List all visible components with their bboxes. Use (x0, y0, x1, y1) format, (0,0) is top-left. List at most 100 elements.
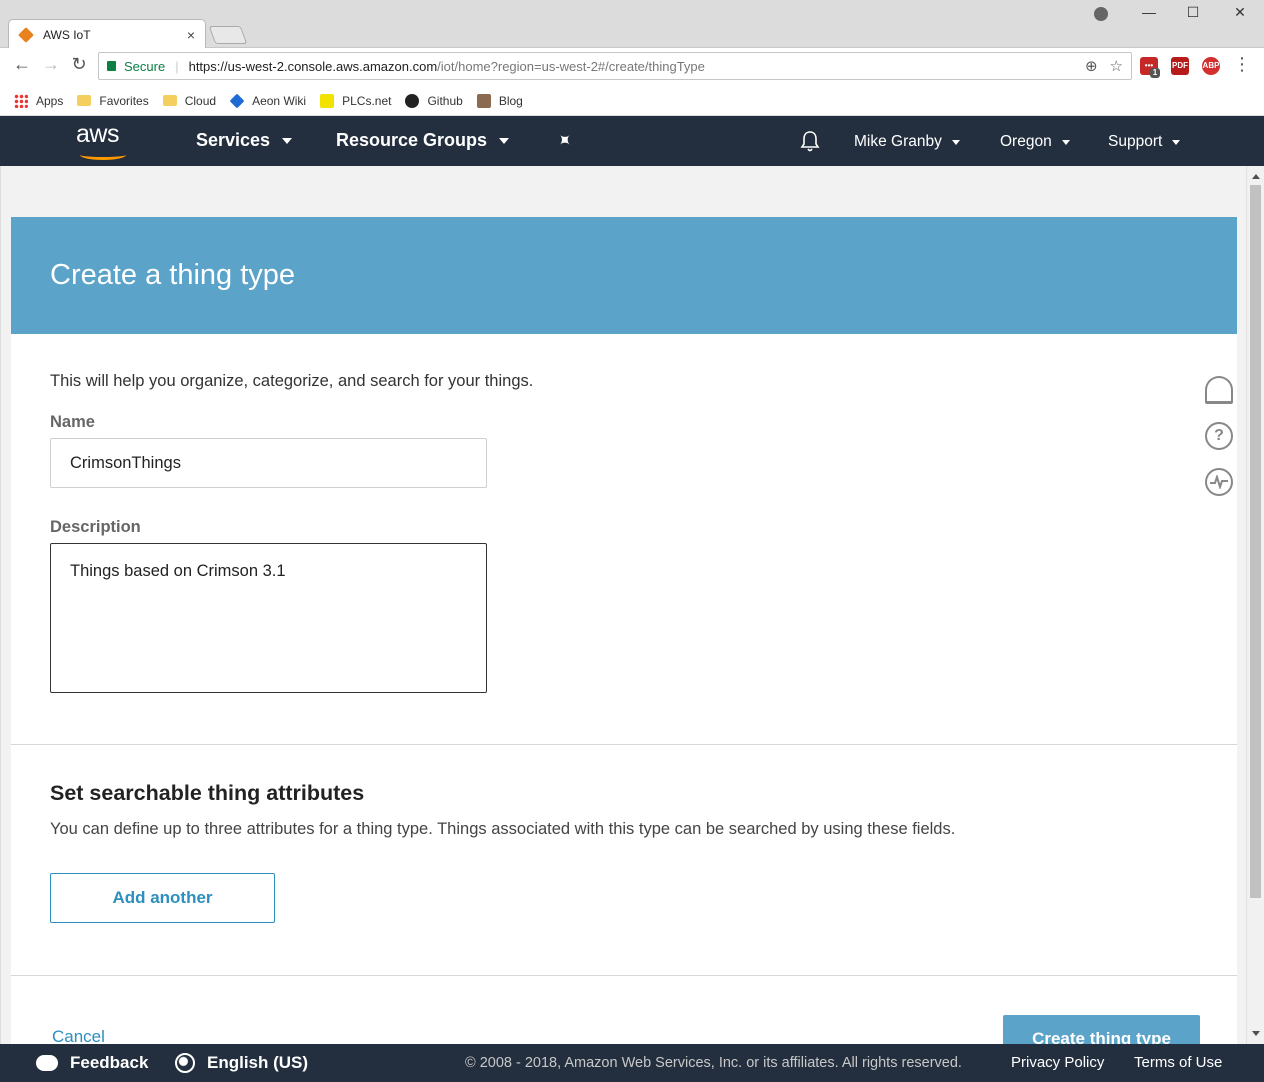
globe-icon (175, 1053, 195, 1073)
forward-button[interactable]: → (39, 54, 63, 75)
page-scrollbar[interactable] (1246, 166, 1264, 1044)
region-menu[interactable]: Oregon (1000, 133, 1070, 151)
browser-toolbar: ← → ↻ Secure | https://us-west-2.console… (0, 48, 1264, 86)
basic-info-section: This will help you organize, categorize,… (11, 334, 1237, 745)
url-separator: | (175, 58, 179, 74)
language-label: English (US) (207, 1053, 309, 1072)
address-bar[interactable]: Secure | https://us-west-2.console.aws.a… (98, 52, 1132, 80)
apps-icon (14, 93, 28, 108)
create-thing-type-card: Create a thing type This will help you o… (11, 217, 1237, 1044)
bookmark-apps[interactable]: Apps (14, 93, 64, 108)
scroll-thumb[interactable] (1250, 185, 1261, 898)
close-window-button[interactable]: ✕ (1225, 4, 1255, 21)
browser-titlebar: AWS IoT × — ☐ ✕ (0, 0, 1264, 49)
aws-logo[interactable]: aws (76, 120, 130, 160)
description-label: Description (50, 518, 141, 536)
language-selector[interactable]: English (US) (175, 1053, 308, 1073)
bookmarks-bar: Apps Favorites Cloud Aeon Wiki PLCs.net … (0, 86, 1264, 116)
aws-smile-icon (80, 150, 126, 160)
aws-logo-text: aws (76, 120, 119, 148)
plcs-icon (320, 93, 335, 108)
feedback-button[interactable]: Feedback (36, 1053, 148, 1073)
maximize-button[interactable]: ☐ (1178, 4, 1208, 21)
new-tab-button[interactable] (208, 26, 248, 44)
folder-icon (162, 95, 177, 106)
minimize-button[interactable]: — (1134, 4, 1164, 20)
services-label: Services (196, 130, 271, 150)
bookmark-label: Favorites (99, 93, 149, 108)
extension-pdf-icon[interactable]: PDF (1171, 57, 1189, 75)
support-label: Support (1108, 133, 1163, 150)
description-textarea[interactable]: Things based on Crimson 3.1 (50, 543, 487, 693)
chevron-down-icon (282, 137, 293, 144)
blog-icon (476, 93, 491, 108)
url-path: /iot/home?region=us-west-2#/create/thing… (437, 58, 705, 74)
profile-icon[interactable] (1094, 7, 1108, 21)
secure-label: Secure (124, 58, 166, 74)
user-name: Mike Granby (854, 133, 942, 150)
tab-close-icon[interactable]: × (187, 27, 195, 43)
activity-icon[interactable] (1205, 468, 1233, 496)
create-thing-type-button[interactable]: Create thing type (1003, 1015, 1200, 1044)
card-header: Create a thing type (11, 217, 1237, 334)
terms-of-use-link[interactable]: Terms of Use (1134, 1054, 1222, 1071)
region-name: Oregon (1000, 133, 1052, 150)
chevron-down-icon (499, 137, 510, 144)
aws-iot-favicon-icon (18, 26, 34, 43)
console-footer: Feedback English (US) © 2008 - 2018, Ama… (0, 1044, 1264, 1082)
resource-groups-menu[interactable]: Resource Groups (336, 130, 510, 151)
chevron-down-icon (951, 139, 960, 145)
bookmark-cloud[interactable]: Cloud (162, 94, 216, 108)
attributes-description: You can define up to three attributes fo… (50, 820, 956, 838)
browser-menu-icon[interactable]: ⋮ (1230, 54, 1254, 75)
user-menu[interactable]: Mike Granby (854, 133, 960, 151)
chevron-down-icon (1172, 139, 1181, 145)
aeon-icon (229, 93, 245, 108)
copyright-text: © 2008 - 2018, Amazon Web Services, Inc.… (465, 1055, 962, 1071)
bookmark-blog[interactable]: Blog (476, 93, 523, 108)
help-icon[interactable]: ? (1205, 422, 1233, 450)
scroll-up-icon[interactable] (1252, 174, 1260, 179)
pin-icon[interactable]: ✦ (553, 128, 579, 154)
browser-tab[interactable]: AWS IoT × (8, 19, 206, 49)
resource-groups-label: Resource Groups (336, 130, 488, 150)
services-menu[interactable]: Services (196, 130, 293, 151)
privacy-policy-link[interactable]: Privacy Policy (1011, 1054, 1104, 1071)
name-input[interactable]: CrimsonThings (50, 438, 487, 488)
extension-adblock-icon[interactable]: ABP (1202, 57, 1220, 75)
page-content: Create a thing type This will help you o… (0, 166, 1246, 1044)
back-button[interactable]: ← (10, 54, 34, 75)
chat-bubble-icon (36, 1055, 58, 1071)
bookmark-label: PLCs.net (342, 93, 392, 108)
attributes-title: Set searchable thing attributes (50, 781, 365, 805)
intro-text: This will help you organize, categorize,… (50, 372, 534, 390)
folder-icon (77, 95, 92, 106)
tab-title: AWS IoT (43, 27, 91, 42)
bookmark-favorites[interactable]: Favorites (77, 93, 149, 108)
reload-button[interactable]: ↻ (67, 54, 91, 75)
name-label: Name (50, 413, 95, 431)
bookmark-label: Apps (36, 93, 64, 108)
bell-icon[interactable] (800, 130, 820, 157)
page-title: Create a thing type (50, 259, 296, 291)
attributes-section: Set searchable thing attributes You can … (11, 745, 1237, 976)
bookmark-label: Aeon Wiki (252, 93, 307, 108)
bookmark-label: Github (427, 93, 463, 108)
notifications-bell-icon[interactable] (1205, 376, 1233, 404)
bookmark-label: Blog (498, 93, 523, 108)
cancel-link[interactable]: Cancel (52, 1027, 105, 1044)
add-another-button[interactable]: Add another (50, 873, 275, 923)
feedback-label: Feedback (70, 1053, 149, 1072)
zoom-icon[interactable]: ⊕ (1085, 57, 1098, 75)
chevron-down-icon (1061, 139, 1070, 145)
bookmark-star-icon[interactable]: ☆ (1110, 57, 1123, 75)
lock-icon (107, 61, 116, 71)
bookmark-plcs-net[interactable]: PLCs.net (320, 93, 392, 108)
extension-badge: 1 (1150, 68, 1160, 78)
scroll-down-icon[interactable] (1252, 1031, 1260, 1036)
support-menu[interactable]: Support (1108, 133, 1181, 151)
bookmark-aeon-wiki[interactable]: Aeon Wiki (229, 93, 307, 108)
url-host: https://us-west-2.console.aws.amazon.com (188, 58, 438, 74)
bookmark-github[interactable]: Github (405, 93, 463, 108)
side-toolbar: ? (1205, 376, 1235, 514)
